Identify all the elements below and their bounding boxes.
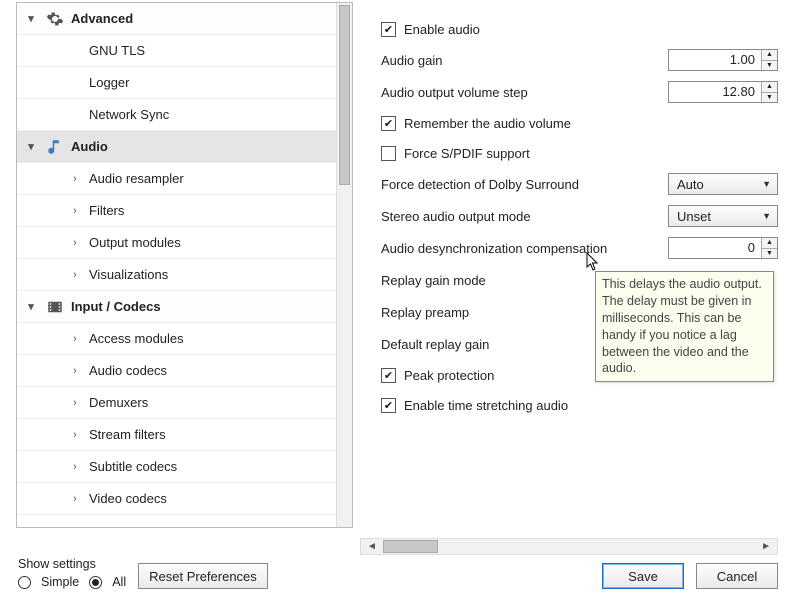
chevron-right-icon[interactable]: › — [67, 171, 83, 187]
dolby-label: Force detection of Dolby Surround — [381, 177, 668, 192]
tree-item-label: Advanced — [71, 11, 133, 26]
tree-item-advanced[interactable]: ▾ Advanced — [17, 3, 352, 35]
tree-item-filters[interactable]: › Filters — [17, 195, 352, 227]
stereo-mode-dropdown[interactable]: Unset ▼ — [668, 205, 778, 227]
radio-all[interactable] — [89, 576, 102, 589]
audio-gain-value[interactable]: 1.00 — [669, 50, 761, 70]
enable-audio-label: Enable audio — [404, 22, 480, 37]
preferences-tree-panel: ▾ Advanced GNU TLS Logger Network Sync ▾ Audio… — [16, 2, 353, 528]
spin-down-icon[interactable]: ▼ — [762, 93, 777, 103]
cancel-button[interactable]: Cancel — [696, 563, 778, 589]
chevron-right-icon[interactable]: › — [67, 267, 83, 283]
tree-item-label: Audio codecs — [89, 363, 167, 378]
remember-volume-label: Remember the audio volume — [404, 116, 571, 131]
reset-preferences-button[interactable]: Reset Preferences — [138, 563, 268, 589]
remember-volume-checkbox[interactable] — [381, 116, 396, 131]
tree-item-stream-filters[interactable]: › Stream filters — [17, 419, 352, 451]
tree-item-label: Visualizations — [89, 267, 168, 282]
radio-all-label[interactable]: All — [112, 575, 126, 589]
tree-item-label: Network Sync — [89, 107, 169, 122]
tree-item-label: Demuxers — [89, 395, 148, 410]
peak-protection-label: Peak protection — [404, 368, 494, 383]
tree-item-input-codecs[interactable]: ▾ Input / Codecs — [17, 291, 352, 323]
spin-up-icon[interactable]: ▲ — [762, 50, 777, 61]
stereo-mode-value: Unset — [677, 209, 711, 224]
tree-item-gnu-tls[interactable]: GNU TLS — [17, 35, 352, 67]
tree-item-network-sync[interactable]: Network Sync — [17, 99, 352, 131]
sidebar-scrollbar[interactable] — [336, 3, 352, 527]
chevron-right-icon[interactable]: › — [67, 331, 83, 347]
spin-up-icon[interactable]: ▲ — [762, 82, 777, 93]
tree-item-label: Audio — [71, 139, 108, 154]
desync-label: Audio desynchronization compensation — [381, 241, 668, 256]
tree-item-audio[interactable]: ▾ Audio — [17, 131, 352, 163]
volume-step-value[interactable]: 12.80 — [669, 82, 761, 102]
tree-item-label: Audio resampler — [89, 171, 184, 186]
tree-item-access-modules[interactable]: › Access modules — [17, 323, 352, 355]
gear-icon — [45, 9, 65, 29]
audio-gain-spinbox[interactable]: 1.00 ▲▼ — [668, 49, 778, 71]
spin-down-icon[interactable]: ▼ — [762, 61, 777, 71]
desync-value[interactable]: 0 — [669, 238, 761, 258]
tree-item-label: Stream filters — [89, 427, 166, 442]
tree-item-label: Logger — [89, 75, 129, 90]
tree-item-video-codecs[interactable]: › Video codecs — [17, 483, 352, 515]
force-spdif-checkbox[interactable] — [381, 146, 396, 161]
save-button[interactable]: Save — [602, 563, 684, 589]
peak-protection-checkbox[interactable] — [381, 368, 396, 383]
tree-item-label: Input / Codecs — [71, 299, 161, 314]
chevron-right-icon[interactable]: › — [67, 395, 83, 411]
tree-item-visualizations[interactable]: › Visualizations — [17, 259, 352, 291]
chevron-down-icon[interactable]: ▾ — [23, 11, 39, 27]
force-spdif-label: Force S/PDIF support — [404, 146, 530, 161]
audio-settings-panel: Enable audio Audio gain 1.00 ▲▼ Audio ou… — [353, 0, 800, 528]
tree-item-demuxers[interactable]: › Demuxers — [17, 387, 352, 419]
desync-spinbox[interactable]: 0 ▲▼ — [668, 237, 778, 259]
volume-step-spinbox[interactable]: 12.80 ▲▼ — [668, 81, 778, 103]
chevron-right-icon[interactable]: › — [67, 363, 83, 379]
tree-item-label: Subtitle codecs — [89, 459, 177, 474]
dolby-dropdown[interactable]: Auto ▼ — [668, 173, 778, 195]
chevron-right-icon[interactable]: › — [67, 459, 83, 475]
tree-item-label: Access modules — [89, 331, 184, 346]
radio-simple-label[interactable]: Simple — [41, 575, 79, 589]
chevron-right-icon[interactable]: › — [67, 203, 83, 219]
chevron-right-icon[interactable]: › — [67, 235, 83, 251]
audio-gain-label: Audio gain — [381, 53, 668, 68]
spin-up-icon[interactable]: ▲ — [762, 238, 777, 249]
spin-down-icon[interactable]: ▼ — [762, 249, 777, 259]
film-icon — [45, 297, 65, 317]
dolby-value: Auto — [677, 177, 704, 192]
chevron-down-icon[interactable]: ▾ — [23, 299, 39, 315]
bottom-toolbar: Show settings Simple All Reset Preferenc… — [0, 545, 800, 599]
desync-tooltip: This delays the audio output. The delay … — [595, 271, 774, 382]
tree-item-logger[interactable]: Logger — [17, 67, 352, 99]
radio-simple[interactable] — [18, 576, 31, 589]
tree-item-label: Filters — [89, 203, 124, 218]
chevron-right-icon[interactable]: › — [67, 427, 83, 443]
tree-item-output-modules[interactable]: › Output modules — [17, 227, 352, 259]
enable-audio-checkbox[interactable] — [381, 22, 396, 37]
stereo-mode-label: Stereo audio output mode — [381, 209, 668, 224]
chevron-down-icon: ▼ — [762, 179, 771, 189]
time-stretch-checkbox[interactable] — [381, 398, 396, 413]
volume-step-label: Audio output volume step — [381, 85, 668, 100]
tree-item-subtitle-codecs[interactable]: › Subtitle codecs — [17, 451, 352, 483]
tree-item-audio-codecs[interactable]: › Audio codecs — [17, 355, 352, 387]
tree-item-label: Video codecs — [89, 491, 167, 506]
note-icon — [45, 137, 65, 157]
show-settings-group: Show settings Simple All — [18, 557, 126, 589]
chevron-down-icon: ▼ — [762, 211, 771, 221]
sidebar-scrollbar-thumb[interactable] — [339, 5, 350, 185]
tree-item-audio-resampler[interactable]: › Audio resampler — [17, 163, 352, 195]
tree-item-label: GNU TLS — [89, 43, 145, 58]
chevron-down-icon[interactable]: ▾ — [23, 139, 39, 155]
time-stretch-label: Enable time stretching audio — [404, 398, 568, 413]
tree-item-label: Output modules — [89, 235, 181, 250]
chevron-right-icon[interactable]: › — [67, 491, 83, 507]
show-settings-label: Show settings — [18, 557, 126, 571]
